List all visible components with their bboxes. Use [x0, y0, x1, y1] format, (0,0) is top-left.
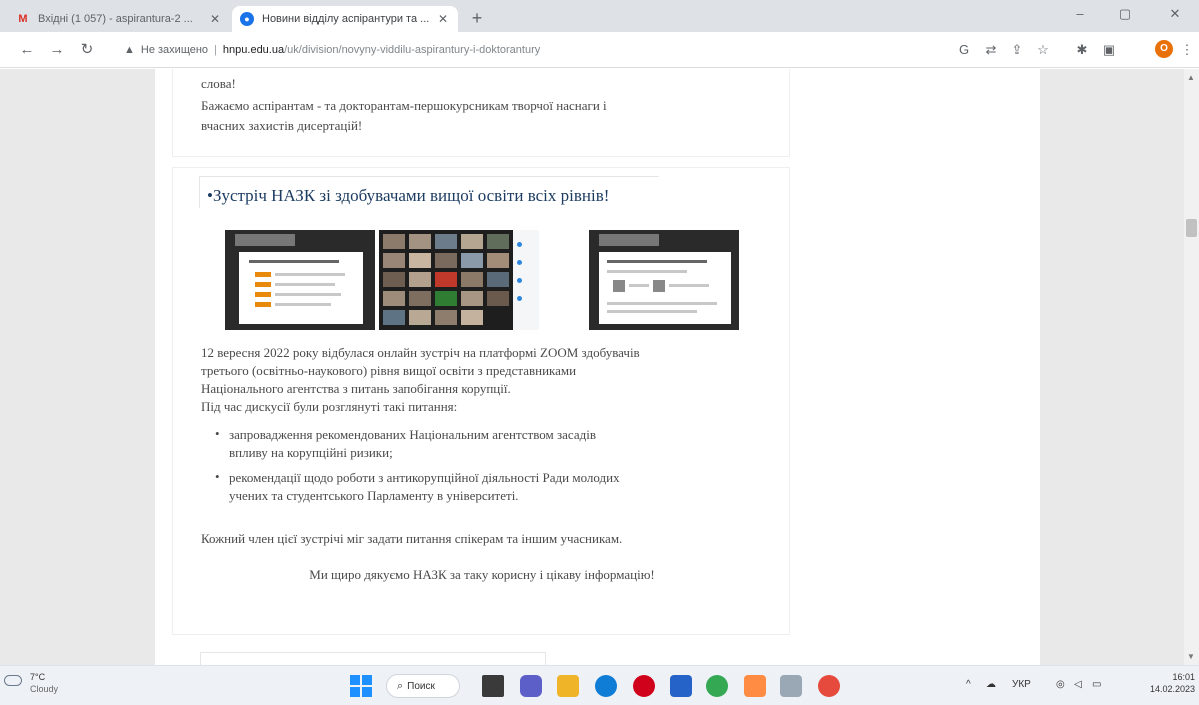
battery-icon[interactable]: ▭	[1092, 679, 1101, 690]
post-paragraph: Кожний член цієї зустрічі міг задати пит…	[201, 531, 623, 546]
post-thanks: Ми щиро дякуємо НАЗК за таку корисну і ц…	[309, 567, 655, 582]
share-icon[interactable]: ⇪	[1008, 41, 1026, 59]
side-panel-icon[interactable]: ▣	[1100, 41, 1118, 59]
previous-post-card: слова! Бажаємо аспірантам - та докторант…	[172, 69, 790, 157]
tab-title: Вхідні (1 057) - aspirantura-2 ...	[38, 13, 193, 25]
system-clock[interactable]: 16:01 14.02.2023	[1150, 671, 1195, 695]
edge-icon[interactable]	[595, 675, 617, 697]
tab-title: Новини відділу аспірантури та ...	[262, 13, 430, 25]
weather-widget[interactable]: 7°C Cloudy	[4, 671, 59, 695]
translate-icon[interactable]: ⇄	[982, 41, 1000, 59]
store-icon[interactable]	[670, 675, 692, 697]
mail-icon[interactable]	[744, 675, 766, 697]
tab-gmail[interactable]: M Вхідні (1 057) - aspirantura-2 ... ✕	[8, 6, 230, 32]
clock-time: 16:01	[1172, 672, 1196, 682]
meeting-photo[interactable]	[379, 230, 539, 330]
url-path: /uk/division/novyny-viddilu-aspirantury-…	[284, 44, 541, 56]
weather-condition: Cloudy	[30, 684, 59, 694]
post-paragraph: 12 вересня 2022 року відбулася онлайн зу…	[201, 345, 640, 360]
list-item: •	[215, 426, 220, 441]
search-label: Поиск	[407, 680, 435, 692]
close-tab-icon[interactable]: ✕	[436, 12, 450, 26]
post-text: вчасних захистів дисертацій!	[201, 118, 363, 133]
google-lens-icon[interactable]: G	[955, 41, 973, 59]
security-label[interactable]: Не захищено	[141, 44, 208, 56]
tab-news[interactable]: ● Новини відділу аспірантури та ... ✕	[232, 6, 458, 32]
start-icon[interactable]	[350, 675, 372, 697]
scroll-down-icon[interactable]: ▼	[1187, 652, 1195, 661]
chat-icon[interactable]	[520, 675, 542, 697]
wifi-icon[interactable]: ◎	[1056, 679, 1065, 690]
file-explorer-icon[interactable]	[557, 675, 579, 697]
extensions-icon[interactable]: ✱	[1073, 41, 1091, 59]
post-paragraph: третього (освітньо-наукового) рівня вищо…	[201, 363, 577, 378]
back-icon[interactable]: ←	[18, 41, 36, 59]
onedrive-icon[interactable]: ☁	[986, 679, 996, 690]
post-paragraph: Під час дискусії були розглянуті такі пи…	[201, 399, 458, 414]
taskbar-search[interactable]: ⌕ Поиск	[386, 674, 460, 698]
search-icon: ⌕	[397, 679, 404, 692]
page-scrollbar[interactable]: ▲ ▼	[1184, 69, 1199, 665]
reload-icon[interactable]: ↻	[78, 41, 96, 59]
gmail-icon: M	[18, 13, 28, 25]
divider: |	[214, 44, 217, 56]
task-view-icon[interactable]	[482, 675, 504, 697]
profile-avatar[interactable]: O	[1155, 40, 1173, 58]
volume-icon[interactable]: ◁	[1074, 679, 1082, 690]
minimize-button[interactable]: –	[1065, 6, 1095, 21]
cloud-icon	[4, 675, 22, 686]
forward-icon[interactable]: →	[48, 41, 66, 59]
close-tab-icon[interactable]: ✕	[208, 12, 222, 26]
list-item: •	[215, 469, 220, 484]
address-bar[interactable]: ▲ Не захищено | hnpu.edu.ua /uk/division…	[124, 38, 942, 62]
chrome-icon[interactable]	[706, 675, 728, 697]
meeting-photo[interactable]	[225, 230, 375, 330]
tab-strip: M Вхідні (1 057) - aspirantura-2 ... ✕ ●…	[0, 0, 1199, 32]
post-heading[interactable]: •Зустріч НАЗК зі здобувачами вищої освіт…	[207, 186, 618, 206]
menu-icon[interactable]: ⋮	[1178, 41, 1196, 59]
meeting-photo[interactable]	[589, 230, 739, 330]
page-viewport: слова! Бажаємо аспірантам - та докторант…	[0, 69, 1199, 665]
bookmark-star-icon[interactable]: ☆	[1034, 41, 1052, 59]
browser-toolbar: ← → ↻ ▲ Не захищено | hnpu.edu.ua /uk/di…	[0, 32, 1199, 68]
list-item-text: запровадження рекомендованих Національни…	[229, 427, 596, 442]
page-margin-left	[0, 69, 155, 665]
globe-icon: ●	[240, 12, 254, 26]
close-window-button[interactable]: ✕	[1160, 6, 1190, 22]
list-item-text: впливу на корупційні ризики;	[229, 445, 393, 460]
maximize-button[interactable]: ▢	[1110, 6, 1140, 22]
post-paragraph: Національного агентства з питань запобіг…	[201, 381, 511, 396]
page-margin-right	[1040, 69, 1184, 665]
scroll-up-icon[interactable]: ▲	[1187, 73, 1195, 82]
url-domain: hnpu.edu.ua	[222, 44, 285, 56]
weather-temp: 7°C	[30, 672, 46, 682]
scroll-thumb[interactable]	[1186, 219, 1197, 237]
clock-date: 14.02.2023	[1150, 684, 1196, 694]
post-text: Бажаємо аспірантам - та докторантам-перш…	[201, 98, 607, 113]
post-text: слова!	[201, 76, 236, 91]
next-post-card	[200, 652, 546, 665]
windows-taskbar: 7°C Cloudy ⌕ Поиск ^ ☁ УКР ◎ ◁ ▭ 16:01 1…	[0, 665, 1199, 705]
tray-overflow-icon[interactable]: ^	[966, 679, 971, 690]
app-icon[interactable]	[780, 675, 802, 697]
new-tab-button[interactable]: +	[466, 8, 488, 30]
list-item-text: рекомендації щодо роботи з антикорупційн…	[229, 470, 620, 485]
warning-icon[interactable]: ▲	[124, 44, 135, 56]
language-indicator[interactable]: УКР	[1012, 679, 1031, 690]
list-item-text: учених та студентського Парламенту в уні…	[229, 488, 519, 503]
news-post-card: •Зустріч НАЗК зі здобувачами вищої освіт…	[172, 167, 790, 635]
opera-icon[interactable]	[633, 675, 655, 697]
app-icon[interactable]	[818, 675, 840, 697]
